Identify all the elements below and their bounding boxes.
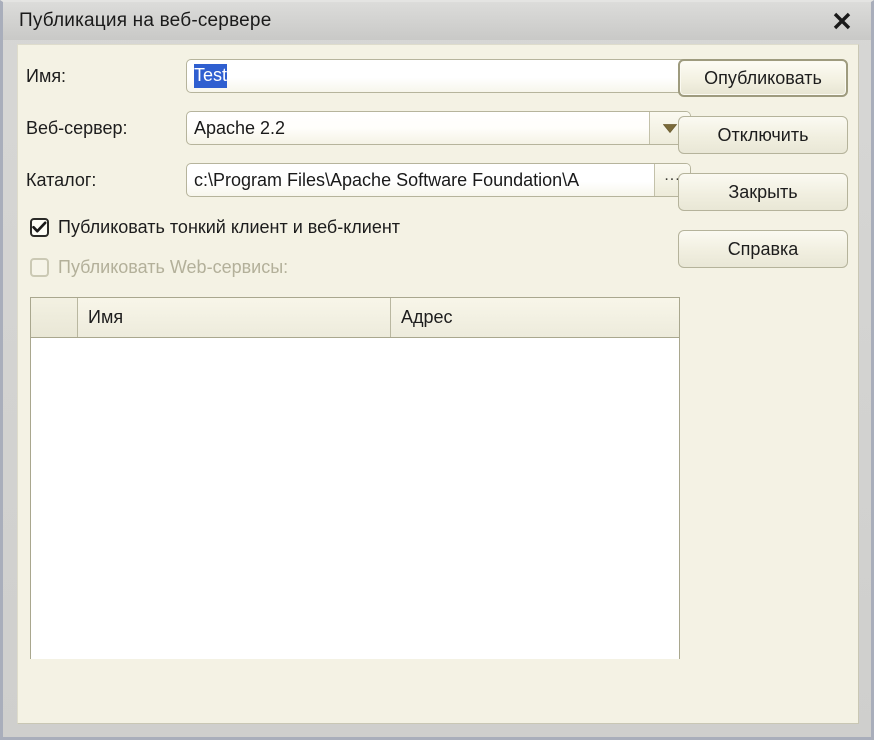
web-services-table: Имя Адрес (30, 297, 680, 659)
close-button[interactable]: Закрыть (678, 173, 848, 211)
name-input-value: Test (194, 64, 228, 88)
title-bar: Публикация на веб-сервере (3, 2, 871, 40)
publish-web-services-checkbox[interactable]: Публиковать Web-сервисы: (30, 257, 288, 278)
table-header-corner[interactable] (31, 298, 78, 337)
disconnect-button[interactable]: Отключить (678, 116, 848, 154)
publish-web-services-label: Публиковать Web-сервисы: (58, 257, 289, 277)
table-body[interactable] (31, 338, 679, 659)
help-button[interactable]: Справка (678, 230, 848, 268)
close-icon[interactable] (827, 7, 857, 35)
dialog-button-column: Опубликовать Отключить Закрыть Справка (678, 59, 848, 287)
table-header-address[interactable]: Адрес (391, 298, 679, 337)
catalog-input[interactable]: c:\Program Files\Apache Software Foundat… (187, 170, 654, 191)
checkbox-unchecked-icon (30, 258, 49, 277)
table-header-row: Имя Адрес (31, 298, 679, 338)
name-input[interactable]: Test (186, 59, 691, 93)
dialog-window: Публикация на веб-сервере Имя: Test Веб-… (0, 0, 874, 740)
table-header-name[interactable]: Имя (78, 298, 391, 337)
web-server-value: Apache 2.2 (194, 117, 286, 138)
catalog-label: Каталог: (26, 169, 97, 190)
window-title: Публикация на веб-сервере (19, 10, 272, 31)
publish-thin-client-label: Публиковать тонкий клиент и веб-клиент (58, 217, 401, 237)
dialog-content: Имя: Test Веб-сервер: Apache 2.2 Каталог… (17, 44, 859, 724)
web-server-select[interactable]: Apache 2.2 (186, 111, 691, 145)
catalog-input-group: c:\Program Files\Apache Software Foundat… (186, 163, 691, 197)
name-label: Имя: (26, 65, 67, 86)
publish-button[interactable]: Опубликовать (678, 59, 848, 97)
publish-thin-client-checkbox[interactable]: Публиковать тонкий клиент и веб-клиент (30, 217, 400, 238)
checkbox-checked-icon (30, 218, 49, 237)
web-server-label: Веб-сервер: (26, 117, 128, 138)
